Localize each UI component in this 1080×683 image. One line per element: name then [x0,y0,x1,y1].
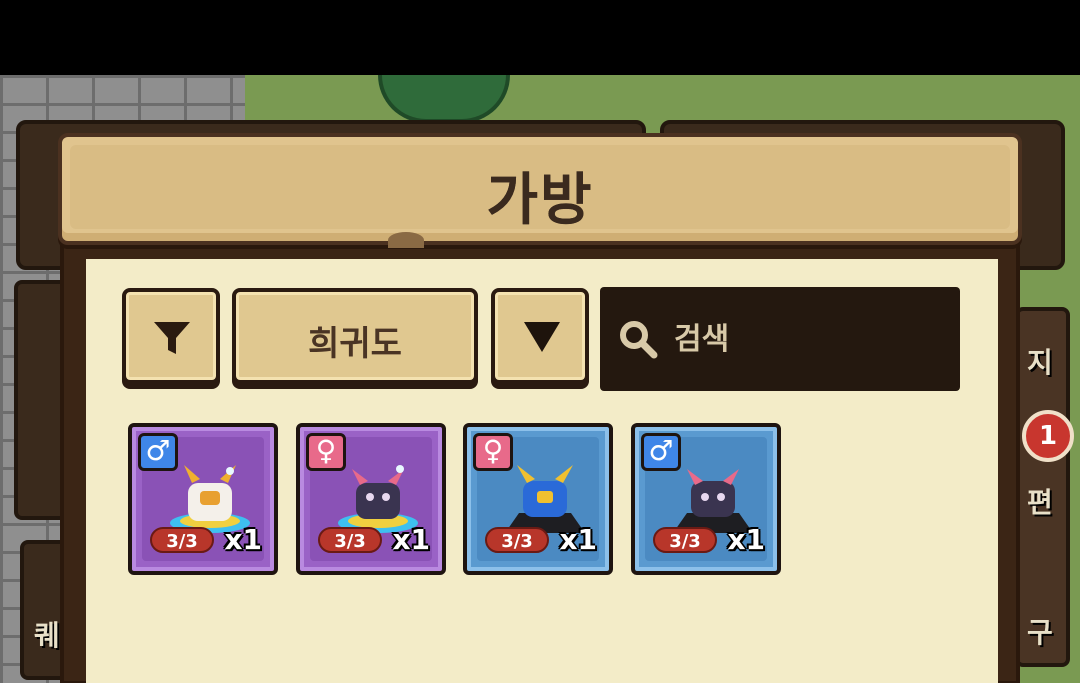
item-slot[interactable]: ♂ 3/3 x1 [128,423,278,575]
item-count: x1 [392,523,430,556]
item-slot[interactable]: ♀ 3/3 x1 [463,423,613,575]
sort-direction-button[interactable] [491,288,589,384]
search-icon [620,321,658,359]
side-label-1: 지 [1027,346,1053,379]
filter-button[interactable] [122,288,220,384]
title-knob [388,232,424,248]
page-title: 가방 [486,168,594,233]
notification-badge: 1 [1022,410,1074,462]
quest-label: 퀘 [34,619,60,652]
sort-label: 희귀도 [308,324,402,364]
filter-icon [154,322,190,354]
level-badge: 3/3 [653,527,717,553]
background-side-right[interactable]: 지 편 구 [1015,307,1070,667]
search-box[interactable] [600,287,960,391]
triangle-down-icon [524,322,560,352]
side-label-3: 구 [1027,616,1053,649]
search-input[interactable] [674,317,944,361]
status-bar [0,0,1080,75]
side-label-2: 편 [1027,486,1053,519]
item-count: x1 [559,523,597,556]
item-slot[interactable]: ♀ 3/3 x1 [296,423,446,575]
level-badge: 3/3 [318,527,382,553]
level-badge: 3/3 [485,527,549,553]
level-badge: 3/3 [150,527,214,553]
item-count: x1 [224,523,262,556]
item-slot[interactable]: ♂ 3/3 x1 [631,423,781,575]
sort-dropdown[interactable]: 희귀도 [232,288,478,384]
item-count: x1 [727,523,765,556]
title-bar: 가방 [58,133,1022,245]
